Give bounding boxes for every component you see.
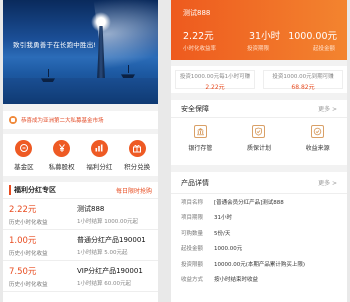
quick-item-private-equity[interactable]: 私募股权 (44, 139, 80, 171)
detail-row: 投资限额 10000.00元(本期产品累计购买上限) (171, 256, 347, 272)
details-header: 产品详情 更多 > (171, 172, 347, 194)
product-rate-label: 历史小时化收益 (9, 250, 48, 257)
sea-image (3, 78, 158, 104)
detail-row: 项目名称 [普通会员分红产品]测试888 (171, 194, 347, 210)
estimate-value: 2.22元 (205, 84, 225, 91)
detail-row: 起投金额 1000.00元 (171, 241, 347, 257)
estimate-value: 68.82元 (291, 84, 315, 91)
quick-item-fund[interactable]: 基金区 (6, 139, 42, 171)
dividend-zone-title: 福利分红专区 (9, 185, 56, 195)
screen-divider (161, 0, 167, 302)
dividend-zone: 福利分红专区 每日限时抢购 2.22元 历史小时化收益 测试888 1小时结算 … (3, 182, 158, 302)
bank-icon (193, 125, 207, 138)
details-more-link[interactable]: 更多 > (318, 178, 337, 187)
security-item-label: 银行存管 (188, 145, 213, 152)
quick-menu: 基金区 私募股权 福利分红 积分兑换 (3, 134, 158, 176)
product-row[interactable]: 1.00元 历史小时化收益 普通分红产品190001 1小时结算 5.00元起 (3, 230, 158, 261)
quick-item-label: 积分兑换 (124, 162, 151, 171)
boat-mast (48, 69, 49, 77)
detail-value: 5份/天 (214, 230, 231, 237)
hourly-earnings-card: 投资1000.00元每1小时可赚 2.22元 (175, 70, 255, 91)
security-item-guarantee[interactable]: 质保计划 (234, 125, 284, 152)
product-details-section: 产品详情 更多 > 项目名称 [普通会员分红产品]测试888 项目期限 31小时… (171, 172, 347, 302)
security-more-link[interactable]: 更多 > (318, 104, 337, 113)
security-section: 安全保障 更多 > 银行存管 质保计划 收益来源 (171, 100, 347, 165)
detail-row: 收益方式 按小时结束时收益 (171, 272, 347, 288)
check-circle-icon (311, 125, 325, 138)
detail-key: 项目名称 (181, 199, 204, 206)
details-title: 产品详情 (181, 178, 209, 187)
product-title: 测试888 (183, 9, 211, 17)
estimate-text: 投资1000.00元每1小时可赚 (179, 74, 251, 80)
detail-value: 31小时 (214, 215, 232, 222)
detail-value: 按小时结束时收益 (214, 277, 259, 284)
quick-item-dividend[interactable]: 福利分红 (81, 139, 117, 171)
gift-icon (128, 139, 146, 157)
detail-value: 1000.00元 (214, 246, 243, 253)
product-rate-label: 历史小时化收益 (9, 281, 48, 288)
detail-key: 可购数量 (181, 230, 204, 237)
quick-item-label: 福利分红 (86, 162, 113, 171)
detail-row: 可购数量 5份/天 (171, 225, 347, 241)
hourly-yield-label: 小时化收益率 (183, 46, 217, 52)
term-label: 投资期限 (247, 46, 270, 52)
coin-icon (15, 139, 33, 157)
speaker-icon (9, 116, 17, 124)
detail-value: [普通会员分红产品]测试888 (214, 199, 284, 206)
product-hero: 测试888 2.22元 小时化收益率 31小时 投资期限 1000.00元 起投… (171, 0, 347, 60)
security-title: 安全保障 (181, 104, 209, 113)
product-name: 测试888 (77, 204, 105, 213)
chart-icon (90, 139, 108, 157)
security-item-label: 质保计划 (246, 145, 271, 152)
security-item-bank[interactable]: 银行存管 (175, 125, 225, 152)
announcement-bar[interactable]: 恭喜成为亚洲第二大私募基金市场 (3, 111, 158, 129)
product-detail: 1小时结算 60.00元起 (77, 280, 131, 287)
detail-key: 项目期限 (181, 215, 204, 222)
product-rate-label: 历史小时化收益 (9, 219, 48, 226)
quick-item-label: 基金区 (14, 162, 34, 171)
security-item-label: 收益来源 (305, 145, 330, 152)
detail-value: 10000.00元(本期产品累计购买上限) (214, 261, 306, 268)
yen-icon (53, 139, 71, 157)
quick-item-points[interactable]: 积分兑换 (119, 139, 155, 171)
product-name: 普通分红产品190001 (77, 235, 146, 244)
product-detail: 1小时结算 5.00元起 (77, 249, 128, 256)
product-rate: 2.22元 (9, 204, 37, 215)
product-rate: 7.50元 (9, 266, 37, 277)
detail-key: 收益方式 (181, 277, 204, 284)
shield-icon (252, 125, 266, 138)
product-rate: 1.00元 (9, 235, 37, 246)
hourly-yield-value: 2.22元 (183, 31, 214, 42)
boat-mast (128, 65, 129, 73)
earnings-estimate: 投资1000.00元每1小时可赚 2.22元 投资1000.00元到期可赚 68… (171, 66, 347, 93)
security-item-source[interactable]: 收益来源 (293, 125, 343, 152)
banner-slogan: 致引我勇善于在长跑中胜出! (13, 41, 97, 49)
dividend-zone-header: 福利分红专区 每日限时抢购 (3, 182, 158, 199)
limited-time-link[interactable]: 每日限时抢购 (116, 186, 152, 195)
product-row[interactable]: 2.22元 历史小时化收益 测试888 1小时结算 1000.00元起 (3, 199, 158, 230)
quick-item-label: 私募股权 (48, 162, 75, 171)
detail-key: 投资限额 (181, 261, 204, 268)
detail-key: 起投金额 (181, 246, 204, 253)
estimate-text: 投资1000.00元到期可赚 (272, 74, 334, 80)
home-screen: 致引我勇善于在长跑中胜出! 恭喜成为亚洲第二大私募基金市场 基金区 私募股权 福… (3, 0, 158, 302)
announcement-text: 恭喜成为亚洲第二大私募基金市场 (21, 118, 104, 124)
product-detail-screen: 测试888 2.22元 小时化收益率 31小时 投资期限 1000.00元 起投… (171, 0, 347, 302)
min-amount-label: 起投金额 (312, 46, 335, 52)
min-amount-value: 1000.00元 (288, 31, 337, 42)
product-row[interactable]: 7.50元 历史小时化收益 VIP分红产品190001 1小时结算 60.00元… (3, 261, 158, 292)
security-header: 安全保障 更多 > (171, 100, 347, 118)
promo-banner[interactable]: 致引我勇善于在长跑中胜出! (3, 0, 158, 104)
product-name: VIP分红产品190001 (77, 266, 143, 275)
term-value: 31小时 (249, 31, 281, 42)
detail-row: 项目期限 31小时 (171, 210, 347, 226)
product-detail: 1小时结算 1000.00元起 (77, 218, 138, 225)
maturity-earnings-card: 投资1000.00元到期可赚 68.82元 (263, 70, 343, 91)
